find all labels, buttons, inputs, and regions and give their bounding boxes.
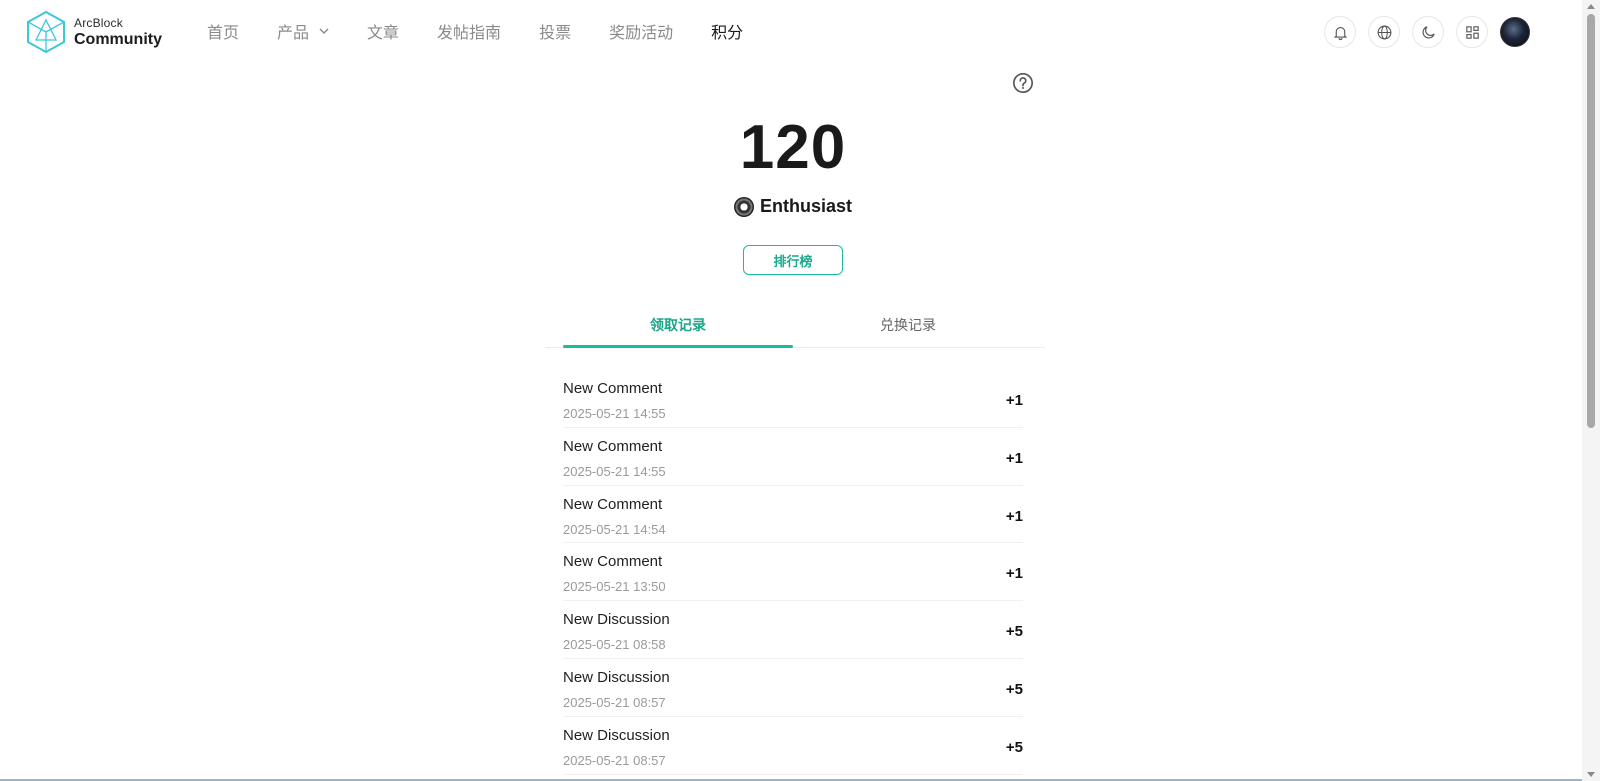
chevron-down-icon: [319, 28, 329, 34]
level-badge-icon: [733, 196, 754, 217]
record-title: New Discussion: [563, 726, 670, 744]
help-icon[interactable]: [1012, 72, 1034, 94]
record-title: New Comment: [563, 380, 663, 397]
record-time: 2025-05-21 08:58: [563, 637, 666, 653]
nav-item-rewards[interactable]: 奖励活动: [609, 19, 673, 43]
points-total: 120: [739, 113, 847, 182]
language-button[interactable]: [1368, 16, 1400, 48]
scroll-up-arrow[interactable]: [1587, 4, 1595, 9]
moon-icon: [1422, 25, 1435, 38]
record-points: +5: [1005, 680, 1023, 698]
tab-redeem-records[interactable]: 兑换记录: [793, 302, 1023, 348]
avatar[interactable]: [1500, 17, 1530, 47]
apps-grid-icon: [1465, 25, 1479, 39]
list-item: New Comment 2025-05-21 14:55 +1: [563, 370, 1023, 428]
record-points: +5: [1005, 623, 1023, 641]
brand-top-text: ArcBlock: [74, 15, 123, 30]
record-time: 2025-05-21 13:50: [563, 579, 666, 595]
record-title: New Discussion: [563, 611, 670, 629]
record-time: 2025-05-21 14:55: [563, 406, 666, 421]
list-item: New Comment 2025-05-21 14:55 +1: [563, 428, 1023, 486]
nav-item-articles[interactable]: 文章: [367, 19, 399, 43]
record-title: New Comment: [563, 495, 663, 513]
header-actions: [1312, 16, 1530, 48]
list-item: New Comment 2025-05-21 13:50 +1: [563, 543, 1023, 602]
record-points: +1: [1005, 565, 1023, 583]
nav-item-products[interactable]: 产品: [277, 19, 329, 43]
main-nav: 首页 产品 文章 发帖指南 投票 奖励活动 积分: [207, 0, 781, 62]
brand-logo[interactable]: ArcBlock Community: [26, 10, 162, 54]
list-item: New Discussion 2025-05-21 08:57 +5: [563, 659, 1023, 717]
theme-toggle-button[interactable]: [1412, 16, 1444, 48]
apps-button[interactable]: [1456, 16, 1488, 48]
record-points: +1: [1005, 449, 1023, 467]
records-tabs: 领取记录 兑换记录: [545, 302, 1045, 348]
record-time: 2025-05-21 08:57: [563, 694, 666, 710]
scroll-thumb[interactable]: [1587, 14, 1595, 428]
record-time: 2025-05-21 08:57: [563, 752, 666, 768]
tab-claim-records[interactable]: 领取记录: [563, 302, 793, 348]
record-time: 2025-05-21 14:55: [563, 463, 666, 479]
list-item: New Discussion 2025-05-21 08:58 +5: [563, 601, 1023, 659]
scroll-down-arrow[interactable]: [1587, 772, 1595, 777]
arcblock-cube-icon: [26, 10, 66, 54]
record-title: New Comment: [563, 553, 663, 571]
top-header: ArcBlock Community 首页 产品 文章 发帖指南 投票 奖励活动…: [0, 0, 1582, 62]
list-item: New Comment 2025-05-21 14:54 +1: [563, 486, 1023, 544]
list-item: New Discussion 2025-05-21 08:57 +5: [563, 717, 1023, 775]
bell-icon: [1333, 26, 1347, 40]
record-title: New Discussion: [563, 668, 670, 686]
record-points: +1: [1005, 392, 1023, 409]
leaderboard-button[interactable]: 排行榜: [743, 245, 843, 275]
records-list: New Comment 2025-05-21 14:55 +1 New Comm…: [563, 370, 1023, 775]
level-name: Enthusiast: [759, 196, 852, 216]
record-points: +5: [1005, 738, 1023, 756]
active-tab-indicator: [563, 345, 793, 348]
record-points: +1: [1005, 507, 1023, 525]
nav-item-points[interactable]: 积分: [711, 19, 743, 43]
brand-bottom-text: Community: [74, 30, 162, 48]
record-time: 2025-05-21 14:54: [563, 521, 666, 537]
globe-icon: [1377, 25, 1391, 39]
record-title: New Comment: [563, 437, 663, 455]
notifications-button[interactable]: [1324, 16, 1356, 48]
nav-item-vote[interactable]: 投票: [539, 19, 571, 43]
level-display: Enthusiast: [0, 196, 1586, 217]
nav-item-home[interactable]: 首页: [207, 19, 239, 43]
nav-item-posting-guide[interactable]: 发帖指南: [437, 19, 501, 43]
